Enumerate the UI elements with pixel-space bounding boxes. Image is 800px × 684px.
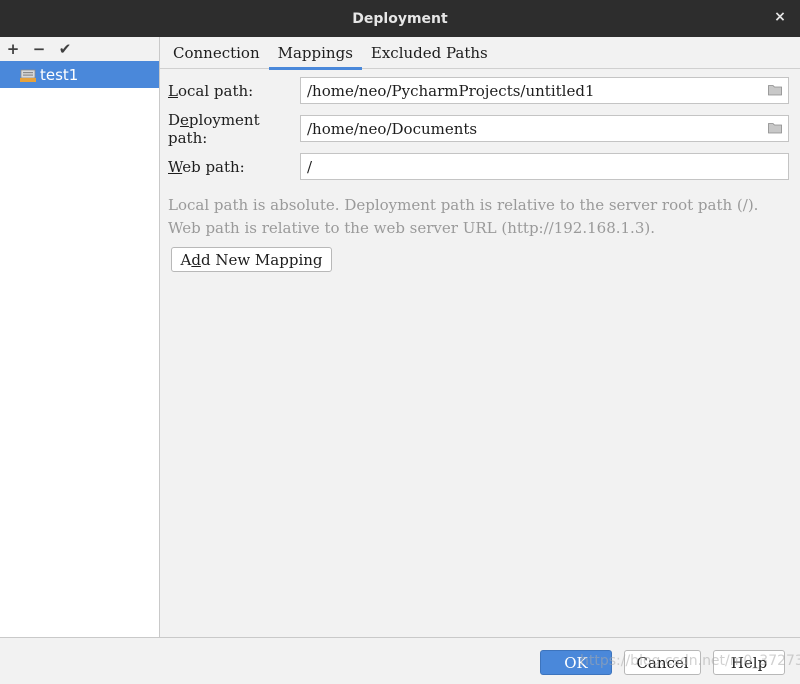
hint-line-1: Local path is absolute. Deployment path … bbox=[168, 196, 759, 214]
web-path-label: Web path: bbox=[168, 158, 245, 176]
local-path-field[interactable]: /home/neo/PycharmProjects/untitled1 bbox=[300, 77, 789, 104]
tab-bar: Connection Mappings Excluded Paths bbox=[160, 37, 800, 70]
close-button[interactable]: × bbox=[772, 9, 788, 25]
web-path-row: Web path: bbox=[168, 153, 300, 181]
sidebar-toolbar: + − ✔ bbox=[0, 37, 159, 61]
folder-icon[interactable] bbox=[768, 122, 782, 134]
deployment-path-row: Deployment path: bbox=[168, 111, 300, 147]
server-item-test1[interactable]: test1 bbox=[0, 61, 159, 88]
local-path-label: Local path: bbox=[168, 82, 254, 100]
deployment-path-value: /home/neo/Documents bbox=[307, 119, 478, 138]
web-path-field[interactable]: / bbox=[300, 153, 789, 180]
remove-server-button[interactable]: − bbox=[32, 39, 46, 59]
ok-button[interactable]: OK bbox=[540, 650, 612, 675]
server-name: test1 bbox=[40, 65, 79, 84]
tab-excluded-paths[interactable]: Excluded Paths bbox=[362, 37, 497, 69]
help-button[interactable]: Help bbox=[713, 650, 785, 675]
tab-connection[interactable]: Connection bbox=[164, 37, 269, 69]
dialog-button-bar: OK Cancel Help bbox=[0, 637, 800, 684]
apply-button[interactable]: ✔ bbox=[58, 39, 72, 59]
window-title: Deployment bbox=[352, 10, 448, 27]
local-path-row: Local path: bbox=[168, 77, 300, 105]
web-path-value: / bbox=[307, 157, 313, 176]
title-bar: Deployment × bbox=[0, 0, 800, 37]
folder-icon[interactable] bbox=[768, 84, 782, 96]
tab-mappings[interactable]: Mappings bbox=[268, 37, 363, 70]
add-server-button[interactable]: + bbox=[6, 39, 20, 59]
sftp-server-icon bbox=[20, 69, 36, 82]
hint-line-2: Web path is relative to the web server U… bbox=[168, 219, 655, 237]
deployment-path-field[interactable]: /home/neo/Documents bbox=[300, 115, 789, 142]
settings-panel: Connection Mappings Excluded Paths Local… bbox=[160, 37, 800, 637]
cancel-button[interactable]: Cancel bbox=[624, 650, 701, 675]
local-path-value: /home/neo/PycharmProjects/untitled1 bbox=[307, 81, 595, 100]
server-list-panel: + − ✔ test1 bbox=[0, 37, 160, 637]
deployment-path-label: Deployment path: bbox=[168, 111, 260, 147]
add-new-mapping-button[interactable]: Add New Mapping bbox=[171, 247, 332, 272]
